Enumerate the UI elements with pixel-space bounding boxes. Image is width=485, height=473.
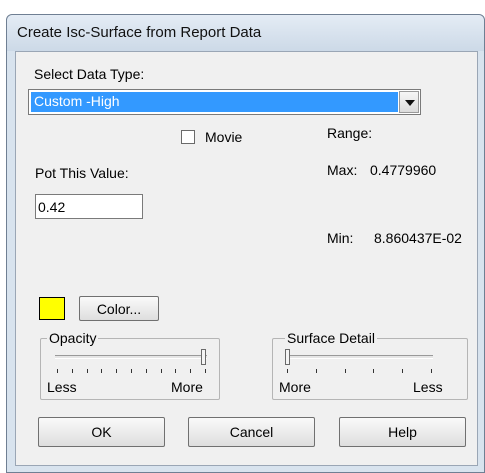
opacity-less-label: Less bbox=[47, 379, 77, 395]
surface-detail-group: Surface Detail More Less bbox=[272, 330, 468, 400]
opacity-slider-track[interactable] bbox=[55, 355, 207, 359]
surface-detail-title: Surface Detail bbox=[285, 330, 377, 346]
color-button[interactable]: Color... bbox=[79, 296, 159, 321]
surface-detail-slider-track[interactable] bbox=[285, 355, 433, 359]
movie-label: Movie bbox=[205, 129, 243, 145]
slider-tick bbox=[287, 369, 288, 373]
data-type-label: Select Data Type: bbox=[34, 66, 145, 82]
title-bar[interactable]: Create Isc-Surface from Report Data bbox=[7, 15, 484, 51]
surface-detail-less-label: Less bbox=[413, 379, 443, 395]
slider-tick bbox=[145, 369, 147, 373]
slider-tick bbox=[116, 369, 118, 373]
slider-tick bbox=[160, 369, 162, 373]
slider-tick bbox=[402, 369, 404, 373]
window-title: Create Isc-Surface from Report Data bbox=[17, 24, 262, 41]
slider-tick bbox=[373, 369, 375, 373]
ok-button[interactable]: OK bbox=[38, 417, 165, 447]
slider-tick bbox=[344, 369, 346, 373]
surface-detail-slider-thumb[interactable] bbox=[285, 349, 290, 365]
range-min-label: Min: bbox=[327, 230, 354, 246]
slider-tick bbox=[57, 369, 58, 373]
slider-tick bbox=[175, 369, 177, 373]
opacity-slider-thumb[interactable] bbox=[201, 349, 206, 365]
color-swatch bbox=[39, 297, 65, 320]
slider-tick bbox=[315, 369, 317, 373]
data-type-selected: Custom -High bbox=[31, 92, 398, 112]
plot-value-label: Pot This Value: bbox=[35, 165, 129, 181]
slider-tick bbox=[101, 369, 103, 373]
dialog-client-area: Select Data Type: Custom -High Movie Ran… bbox=[15, 51, 478, 466]
plot-value-input[interactable] bbox=[35, 194, 143, 219]
surface-detail-more-label: More bbox=[279, 379, 311, 395]
range-min-value: 8.860437E-02 bbox=[374, 230, 462, 246]
range-label: Range: bbox=[327, 125, 373, 141]
chevron-down-icon[interactable] bbox=[399, 91, 419, 113]
opacity-group: Opacity Less More bbox=[40, 330, 220, 400]
cancel-button[interactable]: Cancel bbox=[188, 417, 315, 447]
slider-tick bbox=[71, 369, 73, 373]
dialog-window: Create Isc-Surface from Report Data Sele… bbox=[6, 14, 485, 473]
slider-tick bbox=[131, 369, 132, 373]
movie-checkbox[interactable] bbox=[181, 130, 195, 144]
slider-tick bbox=[190, 369, 192, 373]
slider-tick bbox=[205, 369, 206, 373]
slider-tick bbox=[431, 369, 432, 373]
slider-tick bbox=[86, 369, 88, 373]
opacity-more-label: More bbox=[171, 379, 203, 395]
opacity-title: Opacity bbox=[47, 330, 99, 346]
range-max-label: Max: bbox=[327, 162, 358, 178]
range-max-value: 0.4779960 bbox=[370, 162, 437, 178]
help-button[interactable]: Help bbox=[339, 417, 466, 447]
data-type-dropdown[interactable]: Custom -High bbox=[28, 89, 421, 115]
